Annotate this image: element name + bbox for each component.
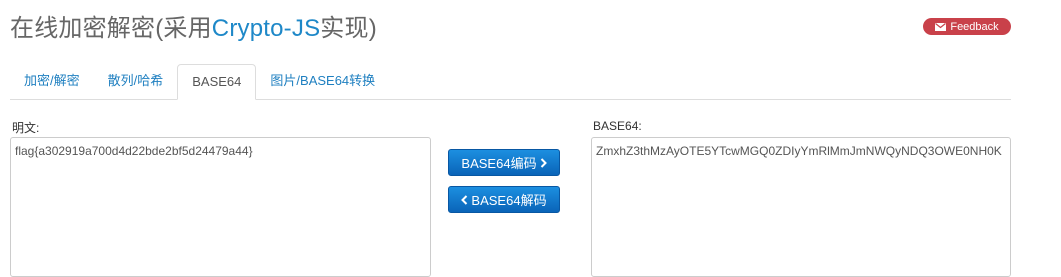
chevron-left-icon	[461, 194, 468, 205]
base64-encode-button[interactable]: BASE64编码	[448, 149, 560, 176]
tab-image-base64[interactable]: 图片/BASE64转换	[256, 64, 389, 99]
tab-bar: 加密/解密 散列/哈希 BASE64 图片/BASE64转换	[10, 64, 1011, 100]
feedback-label: Feedback	[950, 20, 999, 33]
tab-hash[interactable]: 散列/哈希	[94, 64, 178, 99]
base64-label: BASE64:	[593, 119, 642, 133]
title-brand: Crypto-JS	[211, 15, 321, 42]
base64-textarea[interactable]: ZmxhZ3thMzAyOTE5YTcwMGQ0ZDIyYmRlMmJmNWQy…	[591, 137, 1011, 277]
feedback-button[interactable]: Feedback	[923, 18, 1011, 35]
mail-icon	[935, 22, 947, 31]
page-title: 在线加密解密(采用Crypto-JS实现)	[10, 8, 377, 43]
tab-encrypt-decrypt[interactable]: 加密/解密	[10, 64, 94, 99]
plaintext-label: 明文:	[12, 121, 40, 135]
plaintext-textarea[interactable]: flag{a302919a700d4d22bde2bf5d24479a44}	[10, 137, 431, 277]
tab-base64[interactable]: BASE64	[177, 64, 257, 100]
decode-label: BASE64解码	[471, 193, 547, 208]
title-suffix: 实现)	[320, 15, 377, 42]
encode-label: BASE64编码	[461, 156, 537, 171]
base64-decode-button[interactable]: BASE64解码	[448, 186, 560, 213]
title-prefix: 在线加密解密(采用	[10, 15, 212, 42]
chevron-right-icon	[540, 157, 547, 168]
